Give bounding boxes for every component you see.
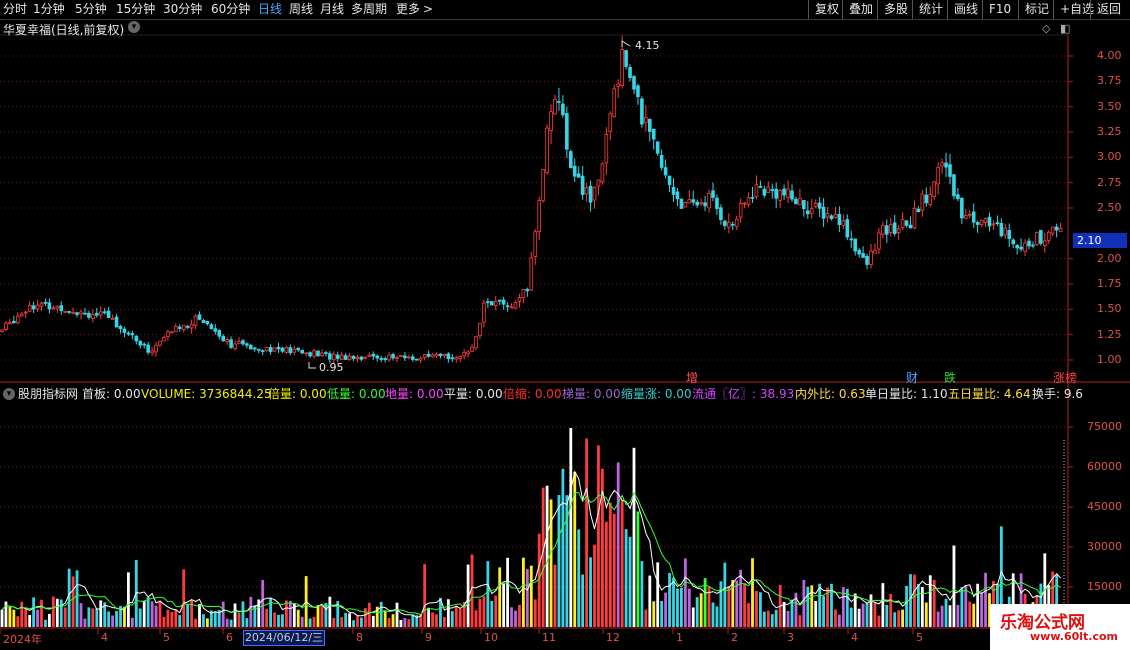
indicator-item-label: 五日量比:: [948, 387, 1001, 401]
indicator-item-label: 换手:: [1032, 387, 1061, 401]
date-tick-label: 12: [606, 631, 620, 644]
diamond-icon[interactable]: ◇: [1042, 22, 1050, 35]
low-price-label: 0.95: [319, 361, 344, 374]
indicator-item: 倍缩: 0.00: [503, 386, 562, 402]
indicator-item: 换手: 9.6: [1032, 386, 1083, 402]
volume-tick-label: 45000: [1087, 500, 1122, 513]
indicator-item-label: 低量:: [327, 387, 356, 401]
price-tick-label: 1.75: [1097, 277, 1122, 290]
indicator-item-value: 0.63: [835, 387, 866, 401]
indicator-item: 流通〖亿〗: 38.93: [692, 386, 794, 402]
indicator-item-value: 0.00: [296, 387, 327, 401]
date-tick-label: 5: [163, 631, 170, 644]
indicator-item: 单日量比: 1.10: [865, 386, 948, 402]
panel-toggle-icon[interactable]: ◧: [1060, 22, 1070, 35]
indicator-item-label: 倍量:: [268, 387, 297, 401]
indicator-item-value: 38.93: [756, 387, 795, 401]
high-price-label: 4.15: [635, 39, 660, 52]
stock-chart[interactable]: [0, 0, 1130, 650]
indicator-item-label: 单日量比:: [865, 387, 918, 401]
price-tick-label: 4.00: [1097, 49, 1122, 62]
indicator-item: 倍量: 0.00: [268, 386, 327, 402]
indicator-item-label: 平量:: [444, 387, 473, 401]
price-tick-label: 3.50: [1097, 99, 1122, 113]
indicator-item: 缩量涨: 0.00: [621, 386, 692, 402]
cursor-date-box: 2024/06/12/三: [243, 630, 325, 646]
indicator-item-value: 0.00: [472, 387, 503, 401]
price-tick-label: 3.75: [1097, 74, 1122, 88]
watermark-url: www.60lt.com: [1030, 630, 1119, 643]
price-tick-label: 1.00: [1097, 353, 1122, 366]
price-tick-label: 3.25: [1097, 125, 1122, 138]
indicator-item-value: 0.00: [413, 387, 444, 401]
chevron-down-icon[interactable]: ▾: [3, 388, 15, 400]
current-price-marker: 2.10: [1073, 233, 1127, 248]
volume-grid: [0, 426, 1073, 588]
date-tick-label: 11: [542, 631, 556, 644]
indicator-item-value: 9.6: [1060, 387, 1083, 401]
indicator-item-value: 0.00: [110, 387, 141, 401]
indicator-item-label: VOLUME:: [141, 387, 196, 401]
date-tick-label: 2: [731, 631, 738, 644]
date-tick-label: 3: [787, 631, 794, 644]
event-marker-zeng[interactable]: 增: [686, 369, 698, 386]
indicator-item: 首板: 0.00: [82, 386, 141, 402]
date-tick-label: 8: [356, 631, 363, 644]
date-tick-label: 10: [484, 631, 498, 644]
indicator-item-value: 1.10: [917, 387, 948, 401]
indicator-item: 内外比: 0.63: [795, 386, 866, 402]
price-tick-label: 2.50: [1097, 201, 1122, 214]
date-tick-label: 2024年: [3, 633, 42, 646]
date-tick-label: 4: [101, 631, 108, 644]
indicator-item-label: 首板:: [82, 387, 111, 401]
indicator-item-value: 0.00: [590, 387, 621, 401]
indicator-item: 地量: 0.00: [385, 386, 444, 402]
price-grid: [0, 55, 1073, 361]
indicator-item-value: 0.00: [661, 387, 692, 401]
volume-tick-label: 15000: [1087, 580, 1122, 593]
chevron-down-icon[interactable]: ▾: [128, 21, 140, 33]
indicator-item: 梯量: 0.00: [562, 386, 621, 402]
event-marker-zhangbang[interactable]: 涨榜: [1053, 369, 1077, 386]
stock-title: 华夏幸福(日线,前复权): [3, 23, 125, 37]
date-tick-label: 4: [851, 631, 858, 644]
indicator-item-value: 0.00: [531, 387, 562, 401]
indicator-item-label: 缩量涨:: [621, 387, 662, 401]
indicator-item-value: 3736844.25: [195, 387, 272, 401]
indicator-item-label: 内外比:: [795, 387, 836, 401]
candlesticks: [0, 34, 1063, 369]
date-tick-label: 6: [226, 631, 233, 644]
indicator-item: VOLUME: 3736844.25: [141, 386, 272, 402]
indicator-item-value: 4.64: [1000, 387, 1031, 401]
price-tick-label: 1.25: [1097, 327, 1122, 341]
indicator-item: 低量: 0.00: [327, 386, 386, 402]
price-tick-label: 2.00: [1097, 251, 1122, 265]
indicator-item-label: 倍缩:: [503, 387, 532, 401]
volume-tick-label: 30000: [1087, 540, 1122, 553]
date-tick-label: 9: [425, 631, 432, 644]
indicator-item: 五日量比: 4.64: [948, 386, 1031, 402]
indicator-item: 平量: 0.00: [444, 386, 503, 402]
volume-tick-label: 75000: [1087, 420, 1122, 433]
event-marker-die[interactable]: 跌: [944, 369, 956, 386]
volume-tick-label: 60000: [1087, 460, 1122, 473]
date-tick-label: 5: [916, 631, 923, 644]
indicator-item-value: 0.00: [355, 387, 386, 401]
price-tick-label: 1.50: [1097, 302, 1122, 316]
indicator-item-label: 地量:: [385, 387, 414, 401]
price-tick-label: 3.00: [1097, 150, 1122, 164]
date-tick-label: 1: [676, 631, 683, 644]
indicator-name[interactable]: 股朋指标网: [18, 386, 78, 402]
indicator-item-label: 梯量:: [562, 387, 591, 401]
price-tick-label: 2.75: [1097, 175, 1122, 189]
indicator-item-label: 流通〖亿〗:: [692, 387, 757, 401]
event-marker-cai[interactable]: 财: [906, 369, 918, 386]
